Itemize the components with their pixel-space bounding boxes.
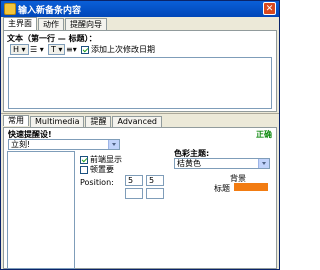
- size-h-input[interactable]: [146, 188, 164, 199]
- quick-reminder-select[interactable]: 立刻!: [8, 139, 120, 150]
- top-tab-strip: 主界面 动作 提醒向导: [3, 17, 108, 30]
- close-button[interactable]: ✕: [263, 2, 276, 15]
- quick-reminder-value: 立刻!: [11, 140, 31, 149]
- text-style-button[interactable]: T ▾: [48, 44, 66, 55]
- title-color-swatch[interactable]: [234, 183, 268, 191]
- splitter[interactable]: [1, 113, 279, 114]
- size-w-input[interactable]: [125, 188, 143, 199]
- chevron-down-icon[interactable]: [258, 159, 269, 168]
- heading-style-button[interactable]: H ▾: [10, 44, 29, 55]
- title-bar[interactable]: 输入新备条内容 ✕: [1, 1, 279, 17]
- add-date-checkbox[interactable]: 添加上次修改日期: [81, 44, 155, 55]
- text-label: 文本（第一行 — 标题）：: [7, 34, 97, 43]
- window-title: 输入新备条内容: [18, 6, 82, 16]
- tab-advanced[interactable]: Advanced: [112, 116, 162, 127]
- dialog-window: 输入新备条内容 ✕ 主界面 动作 提醒向导 文本（第一行 — 标题）： H ▾ …: [0, 0, 280, 270]
- top-most-label: 顿置要: [90, 165, 114, 174]
- tab-actions[interactable]: 动作: [38, 18, 64, 30]
- format-icon[interactable]: ≡▾: [66, 45, 77, 54]
- note-preview: [7, 151, 75, 269]
- checkbox-icon[interactable]: [80, 165, 88, 174]
- title-color-label: 标题: [214, 184, 230, 193]
- checkbox-icon[interactable]: [81, 45, 89, 54]
- position-x-input[interactable]: 5: [125, 175, 143, 186]
- note-text-area[interactable]: [8, 57, 272, 109]
- main-panel: 文本（第一行 — 标题）： H ▾ ☰ ▾ T ▾ ≡▾ 添加上次修改日期: [3, 30, 277, 112]
- chevron-down-icon[interactable]: [108, 140, 119, 149]
- tab-common[interactable]: 常用: [3, 115, 29, 126]
- checkbox-icon[interactable]: [80, 155, 88, 164]
- position-y-input[interactable]: 5: [146, 175, 164, 186]
- color-theme-select[interactable]: 桔黄色: [174, 158, 270, 169]
- tab-multimedia[interactable]: Multimedia: [30, 116, 85, 127]
- color-theme-value: 桔黄色: [177, 159, 201, 168]
- tab-wizard[interactable]: 提醒向导: [65, 18, 107, 30]
- tab-reminder[interactable]: 提醒: [85, 116, 112, 127]
- add-date-label: 添加上次修改日期: [91, 45, 155, 54]
- status-text: 正确: [256, 130, 272, 139]
- position-label: Position:: [80, 178, 114, 187]
- app-icon: [4, 3, 16, 15]
- top-most-checkbox[interactable]: 顿置要: [80, 164, 114, 175]
- list-icon[interactable]: ☰ ▾: [30, 45, 44, 54]
- tab-main[interactable]: 主界面: [3, 17, 37, 30]
- bottom-tab-strip: 常用 Multimedia 提醒 Advanced: [3, 115, 163, 127]
